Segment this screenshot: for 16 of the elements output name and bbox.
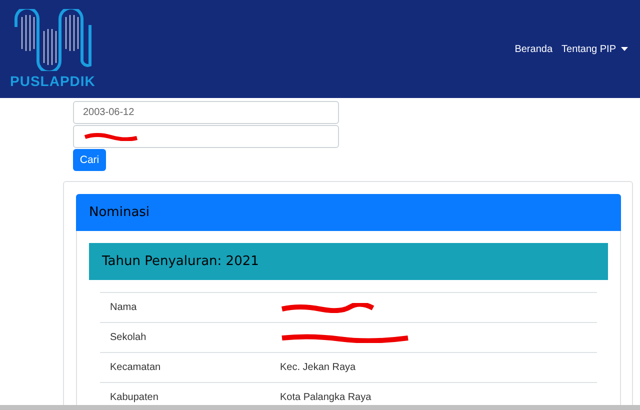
scrollbar[interactable] bbox=[0, 405, 640, 410]
table-cell-text: Kecamatan bbox=[110, 362, 162, 373]
search-button[interactable]: Cari bbox=[73, 149, 106, 171]
table-cell-text: Kabupaten bbox=[110, 392, 160, 403]
card-title: Nominasi bbox=[89, 205, 150, 220]
table-cell: Kec. Jekan Raya bbox=[280, 362, 356, 373]
nav-link[interactable]: Beranda bbox=[514, 44, 553, 54]
table-cell-text: Sekolah bbox=[110, 332, 148, 343]
caret-icon bbox=[621, 47, 628, 51]
section-title: Tahun Penyaluran: 2021 bbox=[102, 254, 259, 269]
brand-name: PUSLAPDIK bbox=[10, 73, 96, 89]
input-field[interactable]: 2003-06-12 bbox=[73, 101, 339, 124]
table-cell-text: Nama bbox=[110, 302, 138, 313]
table-cell: Kota Palangka Raya bbox=[280, 392, 372, 403]
input-field[interactable] bbox=[73, 125, 339, 148]
nav-link[interactable]: Tentang PIP bbox=[562, 44, 628, 54]
